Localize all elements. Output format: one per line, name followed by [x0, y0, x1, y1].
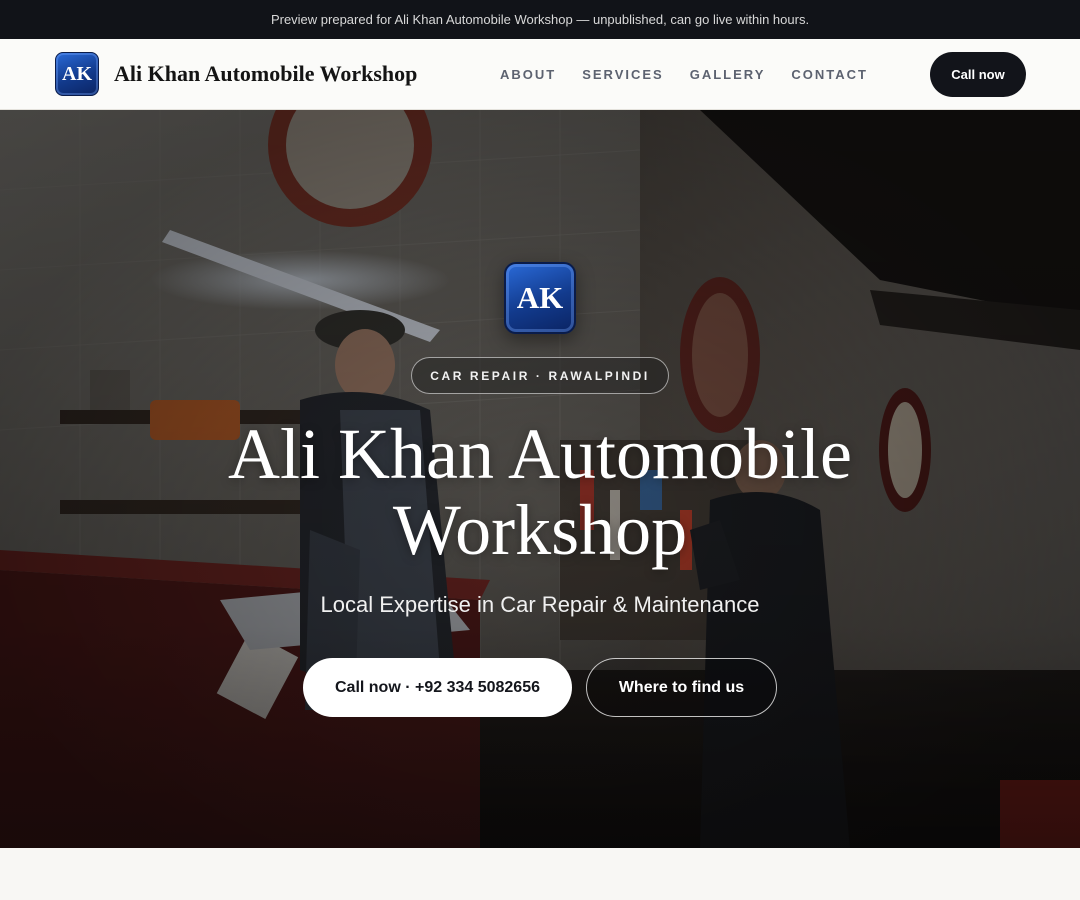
- nav-link-services[interactable]: SERVICES: [582, 67, 664, 82]
- nav-link-contact[interactable]: CONTACT: [791, 67, 868, 82]
- nav-link-about[interactable]: ABOUT: [500, 67, 556, 82]
- brand-logo-text: AK: [62, 62, 92, 85]
- hero-category-tag: CAR REPAIR · RAWALPINDI: [411, 357, 669, 394]
- hero-subtitle: Local Expertise in Car Repair & Maintena…: [320, 592, 760, 617]
- main-nav: ABOUT SERVICES GALLERY CONTACT: [500, 39, 894, 109]
- hero-title: Ali Khan Automobile Workshop: [228, 414, 852, 570]
- brand[interactable]: AK Ali Khan Automobile Workshop: [55, 52, 417, 96]
- hero-location-button[interactable]: Where to find us: [586, 658, 777, 717]
- brand-logo: AK: [55, 52, 99, 96]
- hero-call-button[interactable]: Call now · +92 334 5082656: [303, 658, 572, 717]
- nav-link-gallery[interactable]: GALLERY: [690, 67, 766, 82]
- site-header: AK Ali Khan Automobile Workshop ABOUT SE…: [0, 39, 1080, 110]
- preview-banner-text: Preview prepared for Ali Khan Automobile…: [270, 12, 810, 27]
- hero-section: AK CAR REPAIR · RAWALPINDI Ali Khan Auto…: [0, 110, 1080, 848]
- hero-logo: AK: [504, 262, 576, 334]
- header-call-button[interactable]: Call now: [930, 52, 1026, 97]
- preview-banner: Preview prepared for Ali Khan Automobile…: [0, 0, 1080, 39]
- hero-logo-text: AK: [516, 280, 564, 315]
- brand-name: Ali Khan Automobile Workshop: [114, 61, 418, 86]
